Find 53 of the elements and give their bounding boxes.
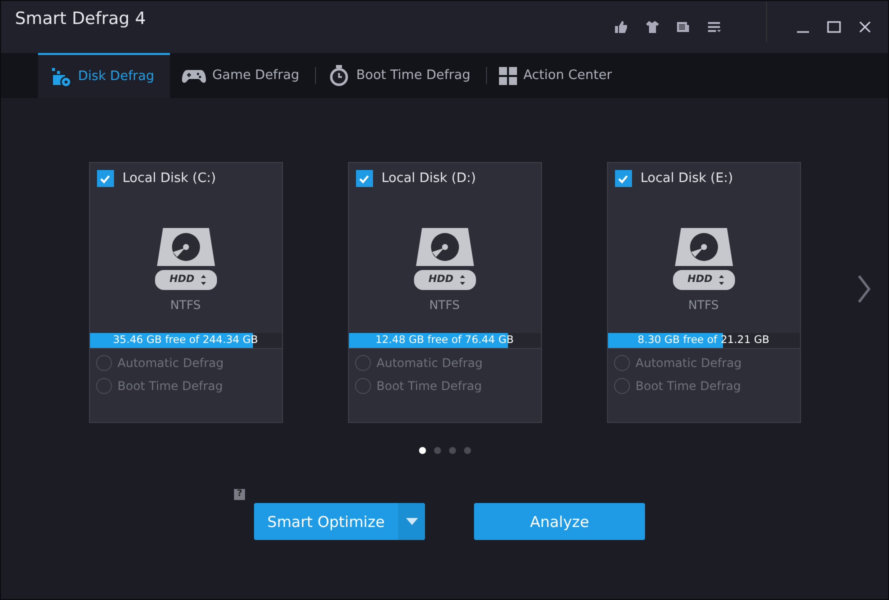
smart-optimize-button[interactable]: Smart Optimize	[254, 503, 398, 540]
radio-button[interactable]	[96, 378, 112, 394]
grid-icon	[499, 66, 518, 84]
option-label: Automatic Defrag	[376, 356, 483, 370]
disk-name: Local Disk (E:)	[640, 171, 734, 186]
radio-button[interactable]	[614, 355, 630, 371]
option-label: Boot Time Defrag	[376, 379, 482, 393]
tab[interactable]: Boot Time Defrag	[316, 53, 486, 98]
thumbs-up-icon[interactable]	[614, 20, 628, 34]
radio-button[interactable]	[354, 378, 370, 394]
file-system-label: NTFS	[428, 298, 461, 312]
shirt-icon[interactable]	[645, 20, 659, 34]
tab[interactable]: Disk Defrag	[38, 53, 170, 98]
check-icon	[99, 172, 111, 184]
menu-icon[interactable]	[707, 20, 721, 34]
file-system-label: NTFS	[687, 298, 720, 312]
hard-drive-icon	[154, 228, 216, 292]
hard-drive-icon	[414, 228, 476, 292]
page-dot[interactable]	[434, 447, 440, 454]
radio-button[interactable]	[96, 355, 112, 371]
radio-button[interactable]	[614, 378, 630, 394]
option-label: Automatic Defrag	[118, 356, 224, 370]
tab[interactable]: Game Defrag	[170, 53, 316, 98]
page-dot[interactable]	[418, 447, 426, 454]
option-label: Boot Time Defrag	[636, 379, 741, 393]
analyze-button[interactable]: Analyze	[474, 503, 645, 540]
drive-type-label: HDD	[428, 274, 454, 285]
stopwatch-icon	[328, 64, 350, 86]
disk-name: Local Disk (D:)	[382, 171, 476, 186]
maximize-icon[interactable]	[827, 20, 841, 34]
drive-type-label: HDD	[170, 274, 194, 285]
radio-button[interactable]	[354, 355, 370, 371]
drive-type-label: HDD	[688, 274, 712, 285]
tab[interactable]: Action Center	[487, 53, 628, 98]
check-icon	[617, 172, 629, 184]
help-icon[interactable]: ?	[234, 489, 246, 500]
window-title: Smart Defrag 4	[15, 9, 146, 29]
dropdown-button[interactable]	[398, 503, 425, 540]
checkbox[interactable]	[356, 170, 372, 187]
page-dot[interactable]	[464, 447, 470, 454]
file-system-label: NTFS	[169, 298, 202, 312]
option-label: Boot Time Defrag	[118, 379, 223, 393]
disk-name: Local Disk (C:)	[122, 171, 216, 186]
news-icon[interactable]	[676, 20, 690, 34]
caret-icon	[406, 518, 418, 526]
disk-defrag-icon	[50, 66, 72, 88]
checkbox[interactable]	[614, 170, 632, 187]
check-icon	[358, 172, 370, 184]
option-label: Automatic Defrag	[636, 356, 742, 370]
close-icon[interactable]	[858, 20, 872, 34]
hard-drive-icon	[672, 228, 734, 292]
page-dot[interactable]	[448, 447, 456, 454]
checkbox[interactable]	[96, 170, 114, 187]
